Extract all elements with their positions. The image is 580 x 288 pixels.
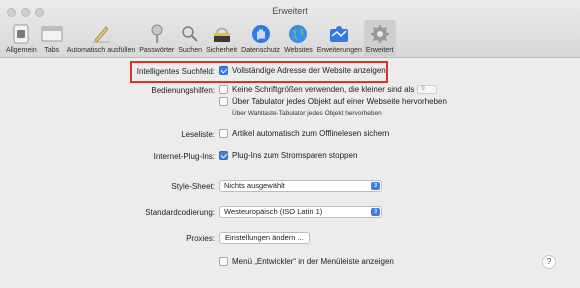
tab-label: Suchen — [178, 47, 202, 54]
plugins-option: Plug-Ins zum Stromsparen stoppen — [232, 151, 358, 160]
stylesheet-select[interactable]: Nichts ausgewählt ⇕ — [219, 180, 382, 192]
titlebar: Erweitert Allgemein Tabs Automatisch aus… — [0, 0, 580, 58]
encoding-label: Standardcodierung: — [145, 208, 215, 217]
gear-icon — [369, 23, 391, 45]
tab-label: Tabs — [44, 47, 60, 54]
tab-highlight-checkbox[interactable] — [219, 97, 228, 106]
encoding-value: Westeuropäisch (ISO Latin 1) — [224, 207, 323, 216]
reading-list-checkbox[interactable] — [219, 129, 228, 138]
help-button[interactable]: ? — [542, 255, 556, 269]
tab-tabs[interactable]: Tabs — [39, 20, 65, 56]
font-size-select[interactable]: 9 — [417, 85, 438, 94]
switch-icon — [10, 23, 32, 45]
chevron-updown-icon: ⇕ — [371, 182, 380, 190]
tab-hint-row: Über Wahltaste-Tabulator jedes Objekt he… — [232, 110, 382, 117]
tab-highlight-row: Über Tabulator jedes Objekt auf einer We… — [219, 97, 447, 106]
key-icon — [146, 23, 168, 45]
chevron-updown-icon: ⇕ — [371, 208, 380, 216]
smart-search-label: Intelligentes Suchfeld: — [136, 67, 215, 76]
tab-label: Passwörter — [139, 47, 175, 54]
tab-websites[interactable]: Websites — [282, 20, 315, 56]
developer-checkbox[interactable] — [219, 257, 228, 266]
tab-label: Sicherheit — [206, 47, 238, 54]
globe-icon — [287, 23, 309, 45]
font-size-row: Keine Schriftgrößen verwenden, die klein… — [219, 85, 438, 94]
tab-passwords[interactable]: Passwörter — [137, 20, 176, 56]
tab-label: Erweiterungen — [316, 47, 362, 54]
tab-autofill[interactable]: Automatisch ausfüllen — [65, 20, 137, 56]
reading-list-option: Artikel automatisch zum Offlinelesen sic… — [232, 129, 390, 138]
tab-label: Automatisch ausfüllen — [66, 47, 136, 54]
preferences-window: Erweitert Allgemein Tabs Automatisch aus… — [0, 0, 580, 288]
tab-allgemein[interactable]: Allgemein — [4, 20, 39, 56]
developer-option: Menü „Entwickler“ in der Menüleiste anze… — [232, 257, 394, 266]
magnifier-icon — [179, 23, 201, 45]
plugins-label: Internet-Plug-Ins: — [153, 152, 215, 161]
puzzle-icon — [328, 23, 350, 45]
stylesheet-label: Style-Sheet: — [171, 182, 215, 191]
developer-row: Menü „Entwickler“ in der Menüleiste anze… — [219, 257, 394, 266]
pencil-icon — [90, 23, 112, 45]
tab-highlight-option: Über Tabulator jedes Objekt auf einer We… — [232, 97, 447, 106]
reading-list-row: Artikel automatisch zum Offlinelesen sic… — [219, 129, 389, 138]
window-title: Erweitert — [272, 6, 308, 16]
accessibility-label: Bedienungshilfen: — [151, 86, 215, 95]
plugins-row: Plug-Ins zum Stromsparen stoppen — [219, 151, 357, 160]
proxies-label: Proxies: — [186, 234, 215, 243]
tab-label: Erweitert — [365, 47, 394, 54]
tab-privacy[interactable]: Datenschutz — [239, 20, 282, 56]
tab-search[interactable]: Suchen — [176, 20, 204, 56]
hand-icon — [250, 23, 272, 45]
advanced-settings-pane: Intelligentes Suchfeld: Vollständige Adr… — [0, 59, 580, 288]
tab-advanced[interactable]: Erweitert — [363, 20, 396, 56]
font-size-value: 9 — [421, 86, 425, 92]
tab-hint-text: Über Wahltaste-Tabulator jedes Objekt he… — [232, 110, 382, 117]
tab-label: Websites — [284, 47, 313, 54]
proxies-button[interactable]: Einstellungen ändern ... — [219, 232, 310, 244]
tab-security[interactable]: Sicherheit — [204, 20, 239, 56]
smart-search-checkbox[interactable] — [219, 66, 228, 75]
stylesheet-value: Nichts ausgewählt — [224, 181, 285, 190]
smart-search-row: Vollständige Adresse der Website anzeige… — [219, 66, 386, 75]
preferences-toolbar: Allgemein Tabs Automatisch ausfüllen Pas… — [4, 20, 396, 56]
security-icon — [211, 23, 233, 45]
font-size-checkbox[interactable] — [219, 85, 228, 94]
encoding-select[interactable]: Westeuropäisch (ISO Latin 1) ⇕ — [219, 206, 382, 218]
reading-list-label: Leseliste: — [181, 130, 215, 139]
font-size-option: Keine Schriftgrößen verwenden, die klein… — [232, 85, 415, 94]
smart-search-option: Vollständige Adresse der Website anzeige… — [232, 66, 386, 75]
plugins-checkbox[interactable] — [219, 151, 228, 160]
tabs-icon — [41, 23, 63, 45]
tab-label: Allgemein — [6, 47, 37, 54]
tab-extensions[interactable]: Erweiterungen — [315, 20, 364, 56]
tab-label: Datenschutz — [241, 47, 281, 54]
